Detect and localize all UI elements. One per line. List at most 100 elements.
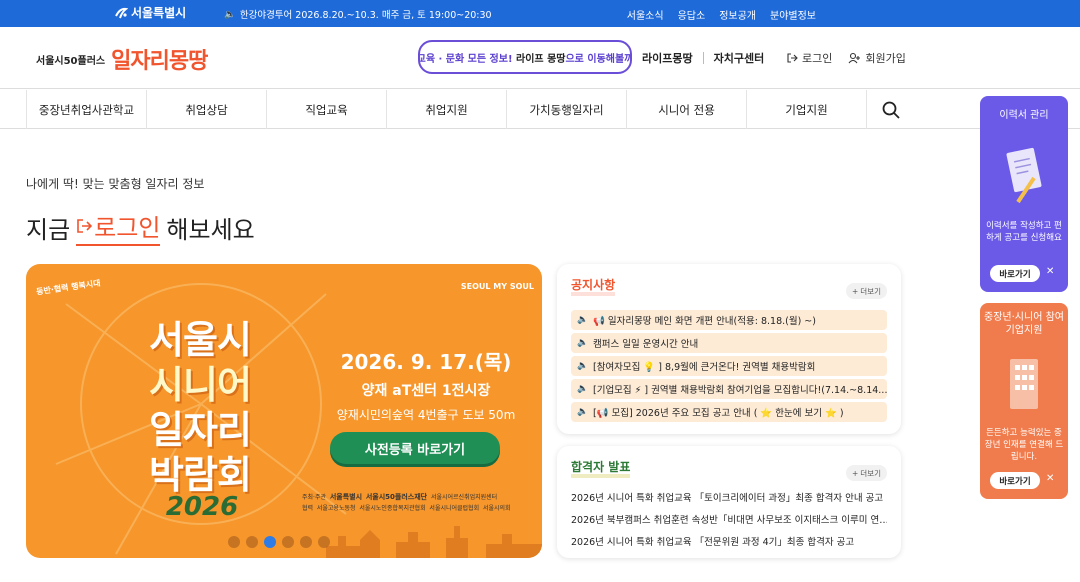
brand-logo[interactable]: 서울시50플러스 일자리몽땅 — [36, 43, 208, 75]
notice-item-text: [📢 모집] 2026년 주요 모집 공고 안내 ( ⭐ 한눈에 보기 ⭐ ) — [593, 408, 844, 419]
pass-item[interactable]: 2026년 북부캠퍼스 취업훈련 속성반「비대면 사무보조 이지태스크 이루미 … — [571, 508, 887, 530]
topbar-link-field[interactable]: 분야별정보 — [770, 7, 816, 22]
quick-resume-title: 이력서 관리 — [999, 110, 1049, 121]
pass-title: 합격자 발표 — [571, 460, 631, 478]
notice-item-text: [기업모집 ⚡ ] 권역별 채용박람회 참여기업을 모집합니다!(7.14.~8… — [593, 385, 887, 396]
speaker-icon: 🔈 — [577, 407, 589, 417]
headline-suffix: 해보세요 — [166, 215, 255, 244]
notice-item-text: 📢 일자리몽땅 메인 화면 개편 안내(적용: 8.18.(월) ~) — [593, 316, 816, 327]
signup-label: 회원가입 — [865, 52, 906, 65]
nav-divider — [702, 52, 704, 64]
sponsor-3: 서울시니어클럽협회 — [429, 505, 480, 512]
signup-link[interactable]: 회원가입 — [848, 50, 906, 66]
login-icon — [787, 53, 798, 63]
topbar-links: 서울소식 응답소 정보공개 분야별정보 — [627, 7, 816, 22]
carousel-dot-1[interactable] — [228, 536, 240, 548]
banner-year: 2026 — [165, 492, 239, 522]
carousel-dot-2[interactable] — [246, 536, 258, 548]
header-nav: 라이프몽땅 자치구센터 — [642, 50, 764, 66]
login-label: 로그인 — [802, 52, 833, 65]
speaker-icon: 🔈 — [577, 384, 589, 394]
gnb-support[interactable]: 취업지원 — [387, 90, 507, 129]
account-links: 로그인 회원가입 — [786, 50, 906, 66]
topbar-link-response[interactable]: 응답소 — [678, 7, 706, 22]
pass-more-label: 더보기 — [860, 468, 881, 478]
seoul-logo-text: 서울특별시 — [131, 6, 187, 20]
gnb-education[interactable]: 직업교육 — [267, 90, 387, 129]
banner-title: 서울시 시니어 일자리 박람회 — [100, 318, 300, 498]
pass-more-button[interactable]: + 더보기 — [846, 465, 887, 481]
login-prompt: 지금 로그인 해보세요 — [26, 208, 255, 246]
quick-resume-desc: 이력서를 작성하고 편하게 공고를 신청해요 — [986, 221, 1062, 243]
gnb-counseling[interactable]: 취업상담 — [147, 90, 267, 129]
notice-item-text: 캠퍼스 일일 운영시간 안내 — [593, 339, 699, 350]
event-banner[interactable]: 동반·협력 행복시대 SEOUL MY SOUL 서울시 시니어 일자리 박람회… — [26, 264, 542, 558]
promo-text-a: 교육 · 문화 모든 정보! — [418, 53, 513, 65]
gnb-value-jobs[interactable]: 가치동행일자리 — [507, 90, 627, 129]
banner-hosts: 주최·주관 서울특별시 서울시50플러스재단 서울시어르신취업지원센터 협력 서… — [302, 492, 532, 514]
topbar-notice[interactable]: 🔈 한강야경투어 2026.8.20.~10.3. 매주 금, 토 19:00~… — [224, 7, 492, 22]
notice-item[interactable]: 🔈 📢 일자리몽땅 메인 화면 개편 안내(적용: 8.18.(월) ~) — [571, 310, 887, 330]
nav-life-mongddang[interactable]: 라이프몽땅 — [642, 50, 693, 66]
brand-sub: 서울시50플러스 — [36, 55, 106, 67]
quick-resume-button[interactable]: 바로가기 — [990, 265, 1040, 282]
pass-item[interactable]: 2026년 시니어 특화 취업교육 「토이크리에이터 과정」최종 합격자 안내 … — [571, 486, 887, 508]
gnb-academy[interactable]: 중장년취업사관학교 — [27, 90, 147, 129]
speaker-icon: 🔈 — [224, 8, 236, 20]
headline-login-link[interactable]: 로그인 — [76, 208, 161, 246]
close-icon[interactable]: ✕ — [1046, 473, 1054, 484]
sponsor-1: 서울고용노동청 — [316, 505, 356, 512]
banner-title-1: 서울시 — [149, 318, 252, 362]
banner-subway: 양재시민의숲역 4번출구 도보 50m — [336, 408, 516, 422]
seoul-logo-icon — [115, 7, 128, 18]
notice-more-label: 더보기 — [860, 286, 881, 296]
host-label: 주최·주관 — [302, 494, 326, 501]
topbar-link-news[interactable]: 서울소식 — [627, 7, 664, 22]
login-link[interactable]: 로그인 — [786, 50, 832, 66]
pass-announcement-card: 합격자 발표 + 더보기 2026년 시니어 특화 취업교육 「토이크리에이터 과… — [557, 446, 901, 558]
carousel-dot-5[interactable] — [300, 536, 312, 548]
site-header: 서울시50플러스 일자리몽땅 교육 · 문화 모든 정보! 라이프 몽땅 으로 이… — [0, 27, 1080, 89]
banner-skyline — [326, 526, 542, 558]
banner-title-2: 시니어 — [149, 363, 252, 407]
notice-item-text: [참여자모집 💡 ] 8,9월에 큰거온다! 권역별 채용박람회 — [593, 362, 816, 373]
close-icon[interactable]: ✕ — [1046, 266, 1054, 277]
sponsor-2: 서울시노인종합복지관협회 — [359, 505, 426, 512]
top-bar: 서울특별시 🔈 한강야경투어 2026.8.20.~10.3. 매주 금, 토 … — [0, 0, 1080, 27]
host-3: 서울시어르신취업지원센터 — [430, 494, 498, 501]
host-1: 서울특별시 — [329, 493, 363, 501]
search-button[interactable] — [867, 90, 915, 129]
seoul-my-soul-logo: SEOUL MY SOUL — [460, 282, 534, 291]
banner-venue: 양재 aT센터 1전시장 — [361, 383, 491, 399]
headline-login: 로그인 — [94, 214, 161, 242]
notice-item[interactable]: 🔈 [기업모집 ⚡ ] 권역별 채용박람회 참여기업을 모집합니다!(7.14.~… — [571, 379, 887, 399]
gnb-senior[interactable]: 시니어 전용 — [627, 90, 747, 129]
life-mongddang-promo[interactable]: 교육 · 문화 모든 정보! 라이프 몽땅 으로 이동해볼까 — [418, 40, 632, 74]
user-plus-icon — [848, 52, 861, 64]
main-nav: 중장년취업사관학교 취업상담 직업교육 취업지원 가치동행일자리 시니어 전용 … — [0, 90, 1080, 129]
gnb-company[interactable]: 기업지원 — [747, 90, 867, 129]
carousel-dot-3[interactable] — [264, 536, 276, 548]
plus-icon: + — [852, 286, 859, 296]
headline-prefix: 지금 — [26, 215, 71, 244]
topbar-notice-text: 한강야경투어 2026.8.20.~10.3. 매주 금, 토 19:00~20… — [239, 10, 492, 21]
notice-item[interactable]: 🔈 캠퍼스 일일 운영시간 안내 — [571, 333, 887, 353]
notice-item[interactable]: 🔈 [참여자모집 💡 ] 8,9월에 큰거온다! 권역별 채용박람회 — [571, 356, 887, 376]
carousel-dot-4[interactable] — [282, 536, 294, 548]
nav-district-center[interactable]: 자치구센터 — [714, 50, 765, 66]
seoul-logo[interactable]: 서울특별시 — [114, 4, 186, 21]
pass-item[interactable]: 2026년 시니어 특화 취업교육 「전문위원 과정 4기」최종 합격자 공고 — [571, 530, 887, 552]
quick-company-button[interactable]: 바로가기 — [990, 472, 1040, 489]
quick-resume-panel: 이력서 관리 이력서를 작성하고 편하게 공고를 신청해요 바로가기 ✕ — [980, 96, 1068, 292]
promo-text-c: 으로 이동해볼까 — [565, 53, 632, 65]
notice-card: 공지사항 + 더보기 🔈 📢 일자리몽땅 메인 화면 개편 안내(적용: 8.18.… — [557, 264, 901, 434]
search-icon — [882, 101, 900, 119]
notice-item[interactable]: 🔈 [📢 모집] 2026년 주요 모집 공고 안내 ( ⭐ 한눈에 보기 ⭐ ) — [571, 402, 887, 422]
carousel-dot-6[interactable] — [318, 536, 330, 548]
topbar-link-info[interactable]: 정보공개 — [719, 7, 756, 22]
speaker-icon: 🔈 — [577, 315, 589, 325]
intro-text: 나에게 딱! 맞는 맞춤형 일자리 정보 — [26, 177, 205, 191]
notice-more-button[interactable]: + 더보기 — [846, 283, 887, 299]
preregister-button[interactable]: 사전등록 바로가기 — [330, 432, 500, 464]
plus-icon: + — [852, 468, 859, 478]
